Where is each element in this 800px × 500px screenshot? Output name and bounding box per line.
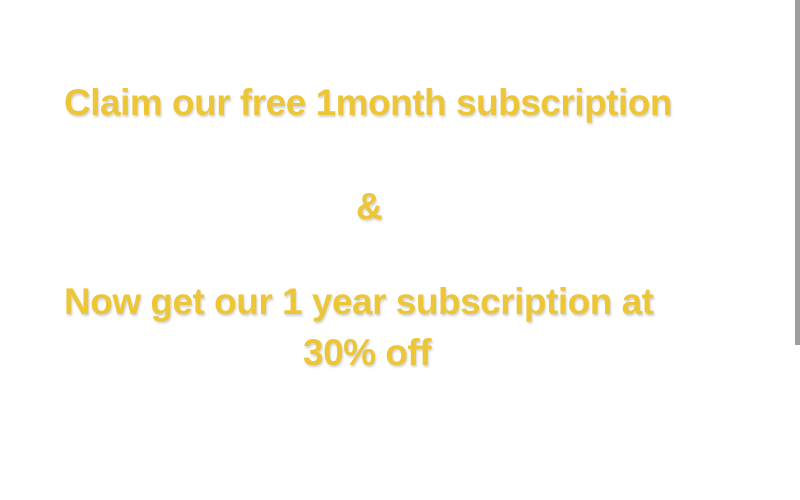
promo-page: Claim our free 1month subscription & Now… [0,0,800,500]
scrollbar-edge[interactable] [795,0,800,345]
promo-line-year-offer: Now get our 1 year subscription at [64,281,654,322]
promo-line-discount: 30% off [303,332,432,373]
promo-line-free-month: Claim our free 1month subscription [64,82,672,123]
promo-ampersand: & [356,186,383,227]
